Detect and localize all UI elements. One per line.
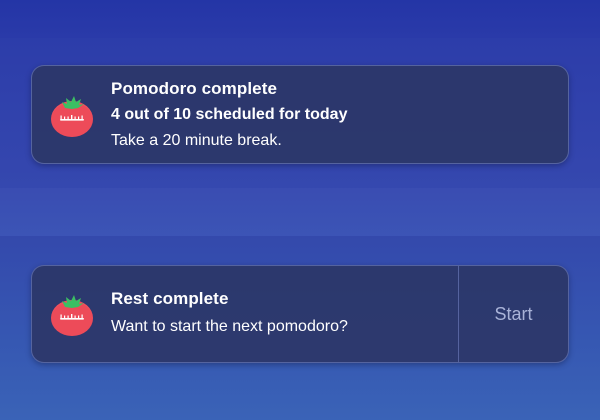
notification-subtitle: 4 out of 10 scheduled for today [111,106,348,123]
background-band-top [0,0,600,38]
notification-body: Want to start the next pomodoro? [111,318,348,335]
tomato-timer-icon [50,92,94,138]
start-button[interactable]: Start [459,266,568,362]
notification-title: Rest complete [111,289,229,308]
notification-body: Take a 20 minute break. [111,132,282,149]
notification-title: Pomodoro complete [111,79,278,98]
tomato-timer-icon [50,291,94,337]
notification-rest-complete[interactable]: Rest complete Want to start the next pom… [31,265,569,363]
notification-content: Rest complete Want to start the next pom… [111,288,448,340]
notification-pomodoro-complete[interactable]: Pomodoro complete 4 out of 10 scheduled … [31,65,569,164]
notification-content: Pomodoro complete 4 out of 10 scheduled … [111,78,556,154]
background-band-middle [0,188,600,236]
